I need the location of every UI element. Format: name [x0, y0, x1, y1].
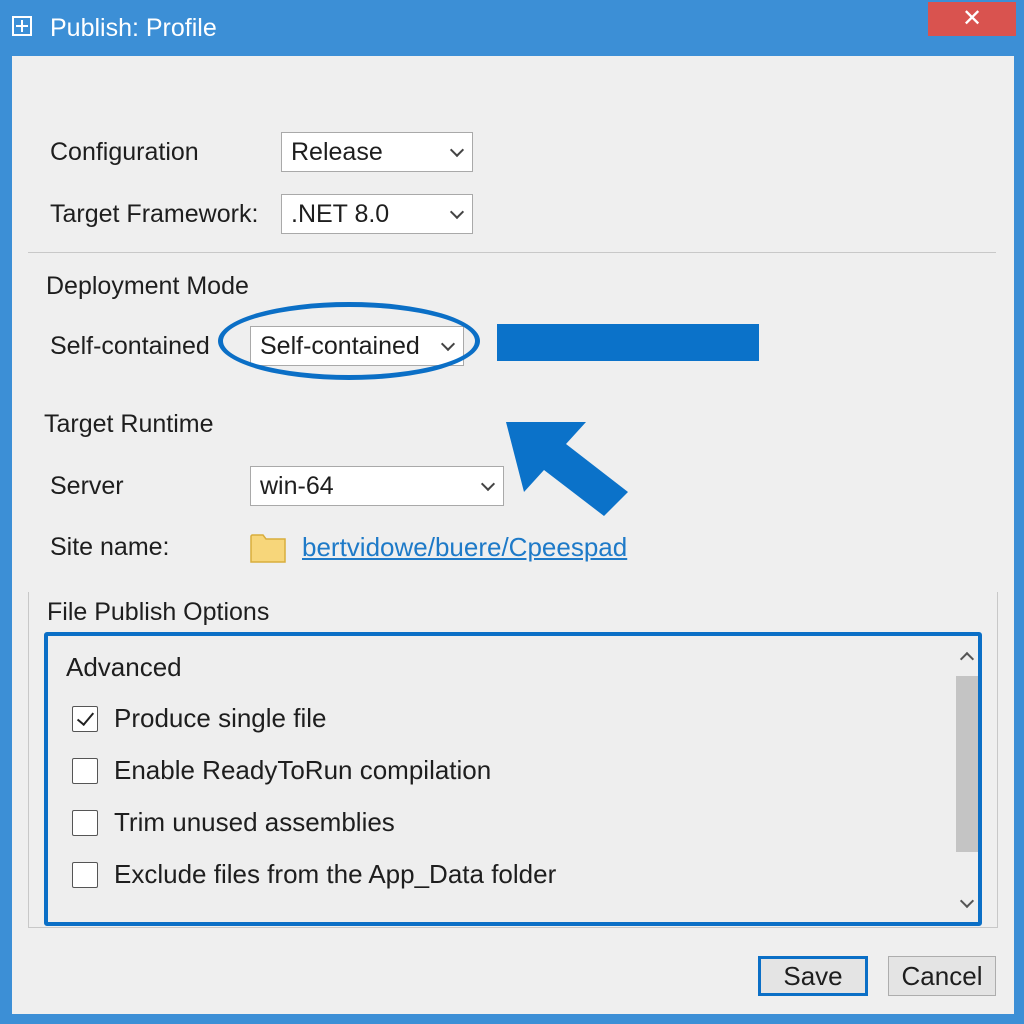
dialog-body: Configuration Release Target Framework: … [12, 56, 1014, 1014]
server-value: win-64 [260, 472, 334, 500]
checkbox-enable-readytorun[interactable] [72, 758, 98, 784]
title-bar[interactable]: Publish: Profile ✕ [0, 0, 1024, 56]
scroll-down-icon[interactable] [959, 893, 975, 909]
target-framework-select[interactable]: .NET 8.0 [281, 194, 473, 234]
advanced-panel: Advanced Produce single file Enable Read… [44, 632, 982, 926]
file-publish-heading: File Publish Options [47, 598, 270, 626]
close-button[interactable]: ✕ [928, 2, 1016, 36]
cancel-button[interactable]: Cancel [888, 956, 996, 996]
chevron-down-icon [449, 142, 465, 158]
close-icon: ✕ [961, 5, 983, 32]
checkbox-exclude-app-data[interactable] [72, 862, 98, 888]
server-label: Server [50, 472, 124, 500]
chevron-down-icon [449, 204, 465, 220]
target-runtime-heading: Target Runtime [44, 410, 214, 438]
option-label: Exclude files from the App_Data folder [114, 859, 557, 889]
checkmark-icon [76, 707, 95, 727]
highlight-bar [497, 324, 759, 361]
advanced-title: Advanced [66, 652, 182, 682]
folder-icon[interactable] [250, 530, 286, 564]
scroll-thumb[interactable] [956, 676, 978, 852]
divider [28, 252, 996, 253]
checkbox-trim-unused[interactable] [72, 810, 98, 836]
scroll-up-icon[interactable] [959, 651, 975, 667]
highlight-ellipse [218, 302, 480, 380]
target-framework-label: Target Framework: [50, 200, 259, 228]
target-framework-value: .NET 8.0 [291, 200, 390, 228]
save-button[interactable]: Save [758, 956, 868, 996]
arrow-pointer-icon [506, 422, 628, 516]
option-label: Produce single file [114, 703, 327, 733]
scrollbar[interactable] [954, 640, 980, 920]
option-label: Enable ReadyToRun compilation [114, 755, 492, 785]
site-name-link[interactable]: bertvidowe/buere/Cpeespad [302, 532, 627, 563]
checkbox-produce-single-file[interactable] [72, 706, 98, 732]
app-icon [12, 16, 32, 36]
server-select[interactable]: win-64 [250, 466, 504, 506]
site-name-label: Site name: [50, 533, 170, 561]
deployment-mode-label: Self-contained [50, 332, 210, 360]
deployment-mode-heading: Deployment Mode [46, 272, 249, 300]
configuration-select[interactable]: Release [281, 132, 473, 172]
option-label: Trim unused assemblies [114, 807, 395, 837]
chevron-down-icon [480, 476, 496, 492]
configuration-label: Configuration [50, 138, 199, 166]
window-title: Publish: Profile [50, 14, 217, 42]
configuration-value: Release [291, 138, 383, 166]
